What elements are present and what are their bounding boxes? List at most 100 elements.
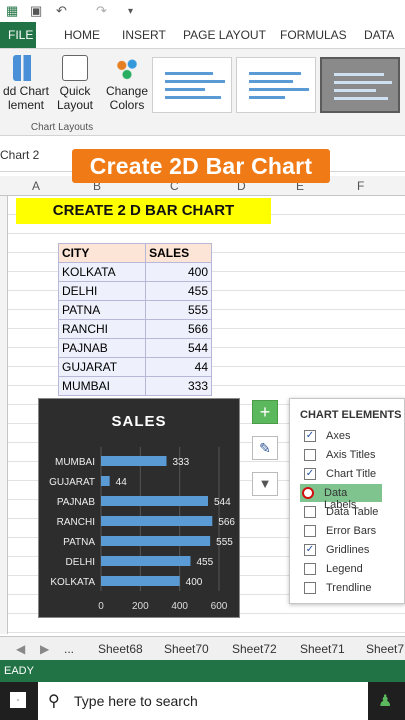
redo-icon[interactable]: ↷ xyxy=(96,3,107,19)
city-cell[interactable]: MUMBAI xyxy=(57,376,147,396)
data-table: CITY SALES KOLKATA 400 DELHI 455 PATNA 555 … xyxy=(57,243,212,396)
chart-filters-funnel-icon[interactable]: ▼ xyxy=(252,472,278,496)
header-city[interactable]: CITY xyxy=(57,243,147,263)
table-row: DELHI 455 xyxy=(57,281,212,301)
quick-access-toolbar: ▦ ▣ ↶ ↷ ▾ xyxy=(0,0,405,22)
sheet-tab[interactable]: Sheet72 xyxy=(232,642,277,656)
chart-elements-title: CHART ELEMENTS xyxy=(300,409,402,421)
city-cell[interactable]: PATNA xyxy=(57,300,147,320)
checkbox-icon[interactable]: ✓ xyxy=(304,468,316,480)
chart-element-axes[interactable]: ✓ Axes xyxy=(302,427,405,445)
chart-element-label: Trendline xyxy=(326,582,372,594)
sales-cell[interactable]: 455 xyxy=(145,281,212,301)
checkbox-icon[interactable] xyxy=(304,506,316,518)
sheet-tab[interactable]: Sheet71 xyxy=(300,642,345,656)
undo-icon[interactable]: ↶ xyxy=(56,3,67,19)
sheet-tab[interactable]: Sheet70 xyxy=(164,642,209,656)
city-cell[interactable]: DELHI xyxy=(57,281,147,301)
bar[interactable] xyxy=(101,456,167,466)
chart-plot: 0 200 400 600 KOLKATA 400 DELHI 455 PATNA 555 RANC… xyxy=(49,447,235,612)
checkbox-icon[interactable]: ✓ xyxy=(304,544,316,556)
bar[interactable] xyxy=(101,556,191,566)
chart-style-2[interactable] xyxy=(236,57,316,113)
checkbox-icon[interactable] xyxy=(304,563,316,575)
bar[interactable] xyxy=(101,496,208,506)
bar-chart[interactable]: SALES 0 200 400 600 KOLKATA 400 DELHI 455 PATNA 5… xyxy=(38,398,240,618)
tab-file[interactable]: FILE xyxy=(0,22,36,48)
chart-style-3-selected[interactable] xyxy=(320,57,400,113)
tab-insert[interactable]: INSERT xyxy=(122,28,166,42)
change-colors-button[interactable]: Change Colors xyxy=(104,55,150,112)
table-row: PAJNAB 544 xyxy=(57,338,212,358)
sheet-heading[interactable]: CREATE 2 D BAR CHART xyxy=(16,198,271,224)
checkbox-icon[interactable] xyxy=(302,487,314,499)
category-label: RANCHI xyxy=(57,517,95,528)
chart-element-chart-title[interactable]: ✓ Chart Title xyxy=(302,465,405,483)
checkbox-icon[interactable] xyxy=(304,449,316,461)
sheet-tab[interactable]: Sheet68 xyxy=(98,642,143,656)
search-icon: ⚲ xyxy=(48,693,60,710)
sales-cell[interactable]: 400 xyxy=(145,262,212,282)
chart-element-data-table[interactable]: Data Table xyxy=(302,503,405,521)
bar[interactable] xyxy=(101,516,213,526)
table-row: PATNA 555 xyxy=(57,300,212,320)
chart-element-gridlines[interactable]: ✓ Gridlines xyxy=(302,541,405,559)
windows-start-icon[interactable] xyxy=(10,692,26,708)
data-label: 400 xyxy=(186,577,203,588)
search-placeholder: Type here to search xyxy=(74,693,198,709)
city-cell[interactable]: KOLKATA xyxy=(57,262,147,282)
status-bar: EADY xyxy=(0,660,405,682)
user-icon[interactable]: ♟ xyxy=(378,691,392,711)
customize-qat-icon[interactable]: ▾ xyxy=(128,6,133,17)
chart-element-error-bars[interactable]: Error Bars xyxy=(302,522,405,540)
chart-styles-brush-icon[interactable]: ✎ xyxy=(252,436,278,460)
chart-element-label: Legend xyxy=(326,563,363,575)
video-title-banner: Create 2D Bar Chart xyxy=(72,149,330,183)
scroll-right-icon[interactable]: ▶ xyxy=(40,642,49,656)
checkbox-icon[interactable] xyxy=(304,525,316,537)
sheet-tab[interactable]: Sheet7 xyxy=(366,642,404,656)
header-sales[interactable]: SALES xyxy=(145,243,212,263)
sales-cell[interactable]: 44 xyxy=(145,357,212,377)
row-headers xyxy=(0,196,8,634)
chart-elements-plus-icon[interactable]: + xyxy=(252,400,278,424)
bar[interactable] xyxy=(101,476,110,486)
sales-cell[interactable]: 566 xyxy=(145,319,212,339)
palette-icon xyxy=(114,55,140,81)
column-header[interactable]: F xyxy=(357,179,364,193)
data-label: 544 xyxy=(214,497,231,508)
tab-page-layout[interactable]: PAGE LAYOUT xyxy=(183,28,266,42)
category-label: PAJNAB xyxy=(57,497,95,508)
name-box[interactable]: Chart 2 xyxy=(0,148,39,162)
checkbox-icon[interactable]: ✓ xyxy=(304,430,316,442)
data-label: 44 xyxy=(116,477,128,488)
chart-element-trendline[interactable]: Trendline xyxy=(302,579,405,597)
data-label: 555 xyxy=(216,537,233,548)
tab-home[interactable]: HOME xyxy=(64,28,100,42)
chart-style-1[interactable] xyxy=(152,57,232,113)
chart-element-data-labels[interactable]: Data Labels xyxy=(300,484,382,511)
save-icon[interactable]: ▣ xyxy=(30,3,42,19)
data-label: 566 xyxy=(218,517,235,528)
sales-cell[interactable]: 333 xyxy=(145,376,212,396)
city-cell[interactable]: PAJNAB xyxy=(57,338,147,358)
scroll-left-icon[interactable]: ◀ xyxy=(16,642,25,656)
bar[interactable] xyxy=(101,536,211,546)
chart-element-legend[interactable]: Legend xyxy=(302,560,405,578)
add-chart-element-button[interactable]: dd Chart lement xyxy=(0,55,52,112)
checkbox-icon[interactable] xyxy=(304,582,316,594)
tab-data[interactable]: DATA xyxy=(364,28,394,42)
bar[interactable] xyxy=(101,576,180,586)
city-cell[interactable]: RANCHI xyxy=(57,319,147,339)
category-label: GUJARAT xyxy=(49,477,95,488)
sheet-tabs-more[interactable]: ... xyxy=(64,642,74,656)
tab-formulas[interactable]: FORMULAS xyxy=(280,28,347,42)
city-cell[interactable]: GUJARAT xyxy=(57,357,147,377)
column-header[interactable]: A xyxy=(32,179,40,193)
quick-layout-icon xyxy=(62,55,88,81)
chart-element-axis-titles[interactable]: Axis Titles xyxy=(302,446,405,464)
quick-layout-button[interactable]: Quick Layout xyxy=(54,55,96,112)
chart-element-label: Axes xyxy=(326,430,351,442)
sales-cell[interactable]: 544 xyxy=(145,338,212,358)
sales-cell[interactable]: 555 xyxy=(145,300,212,320)
